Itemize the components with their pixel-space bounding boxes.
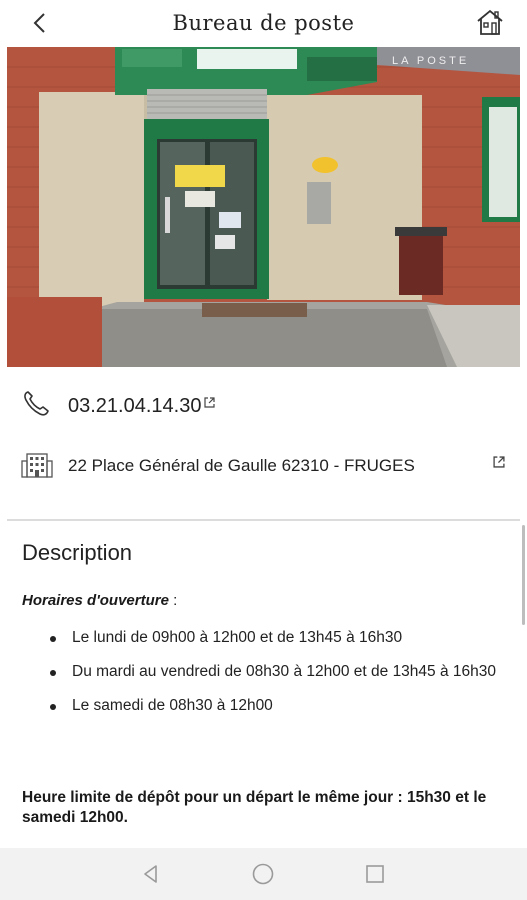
photo-sign-text: LA POSTE <box>392 55 469 67</box>
bullet-icon <box>50 636 56 642</box>
home-button[interactable] <box>473 6 507 38</box>
deposit-deadline: Heure limite de dépôt pour un départ le … <box>22 789 487 826</box>
list-item: Le samedi de 08h30 à 12h00 <box>50 696 520 716</box>
bullet-icon <box>50 704 56 710</box>
hours-text: Du mardi au vendredi de 08h30 à 12h00 et… <box>72 663 497 680</box>
triangle-back-icon <box>144 865 157 883</box>
section-divider <box>7 519 520 521</box>
home-icon <box>477 9 503 35</box>
opening-hours-label-text: Horaires d'ouverture <box>22 592 169 609</box>
address-text[interactable]: 22 Place Général de Gaulle 62310 - FRUGE… <box>68 455 448 476</box>
phone-link[interactable]: 03.21.04.14.30 <box>68 395 216 418</box>
building-icon-wrap <box>20 450 54 480</box>
phone-icon-wrap <box>20 388 54 418</box>
page-title: Bureau de poste <box>172 11 355 35</box>
nav-back-button[interactable] <box>138 862 164 886</box>
square-recents-icon <box>366 865 384 883</box>
nav-home-button[interactable] <box>250 862 276 886</box>
hours-text: Le lundi de 09h00 à 12h00 et de 13h45 à … <box>72 629 403 646</box>
phone-number: 03.21.04.14.30 <box>68 395 202 417</box>
scrollbar[interactable] <box>522 525 525 625</box>
system-navbar <box>0 848 527 900</box>
post-office-illustration: LA POSTE <box>7 47 520 367</box>
circle-home-icon <box>252 863 274 885</box>
list-item: Le lundi de 09h00 à 12h00 et de 13h45 à … <box>50 628 520 648</box>
building-icon <box>21 453 53 478</box>
hours-text: Le samedi de 08h30 à 12h00 <box>72 697 273 714</box>
external-link-icon <box>204 397 216 408</box>
opening-hours-label: Horaires d'ouverture : <box>22 592 177 609</box>
list-item: Du mardi au vendredi de 08h30 à 12h00 et… <box>50 662 520 682</box>
bullet-icon <box>50 670 56 676</box>
description-title: Description <box>22 540 133 565</box>
external-link-icon[interactable] <box>493 456 505 468</box>
nav-recents-button[interactable] <box>362 862 388 886</box>
phone-icon <box>24 391 49 416</box>
address-row[interactable]: 22 Place Général de Gaulle 62310 - FRUGE… <box>0 450 527 500</box>
opening-hours-list: Le lundi de 09h00 à 12h00 et de 13h45 à … <box>50 628 520 730</box>
phone-row[interactable]: 03.21.04.14.30 <box>0 388 527 428</box>
post-office-photo: LA POSTE <box>7 47 520 367</box>
opening-hours-colon: : <box>168 592 178 609</box>
app-header: Bureau de poste <box>0 0 527 46</box>
